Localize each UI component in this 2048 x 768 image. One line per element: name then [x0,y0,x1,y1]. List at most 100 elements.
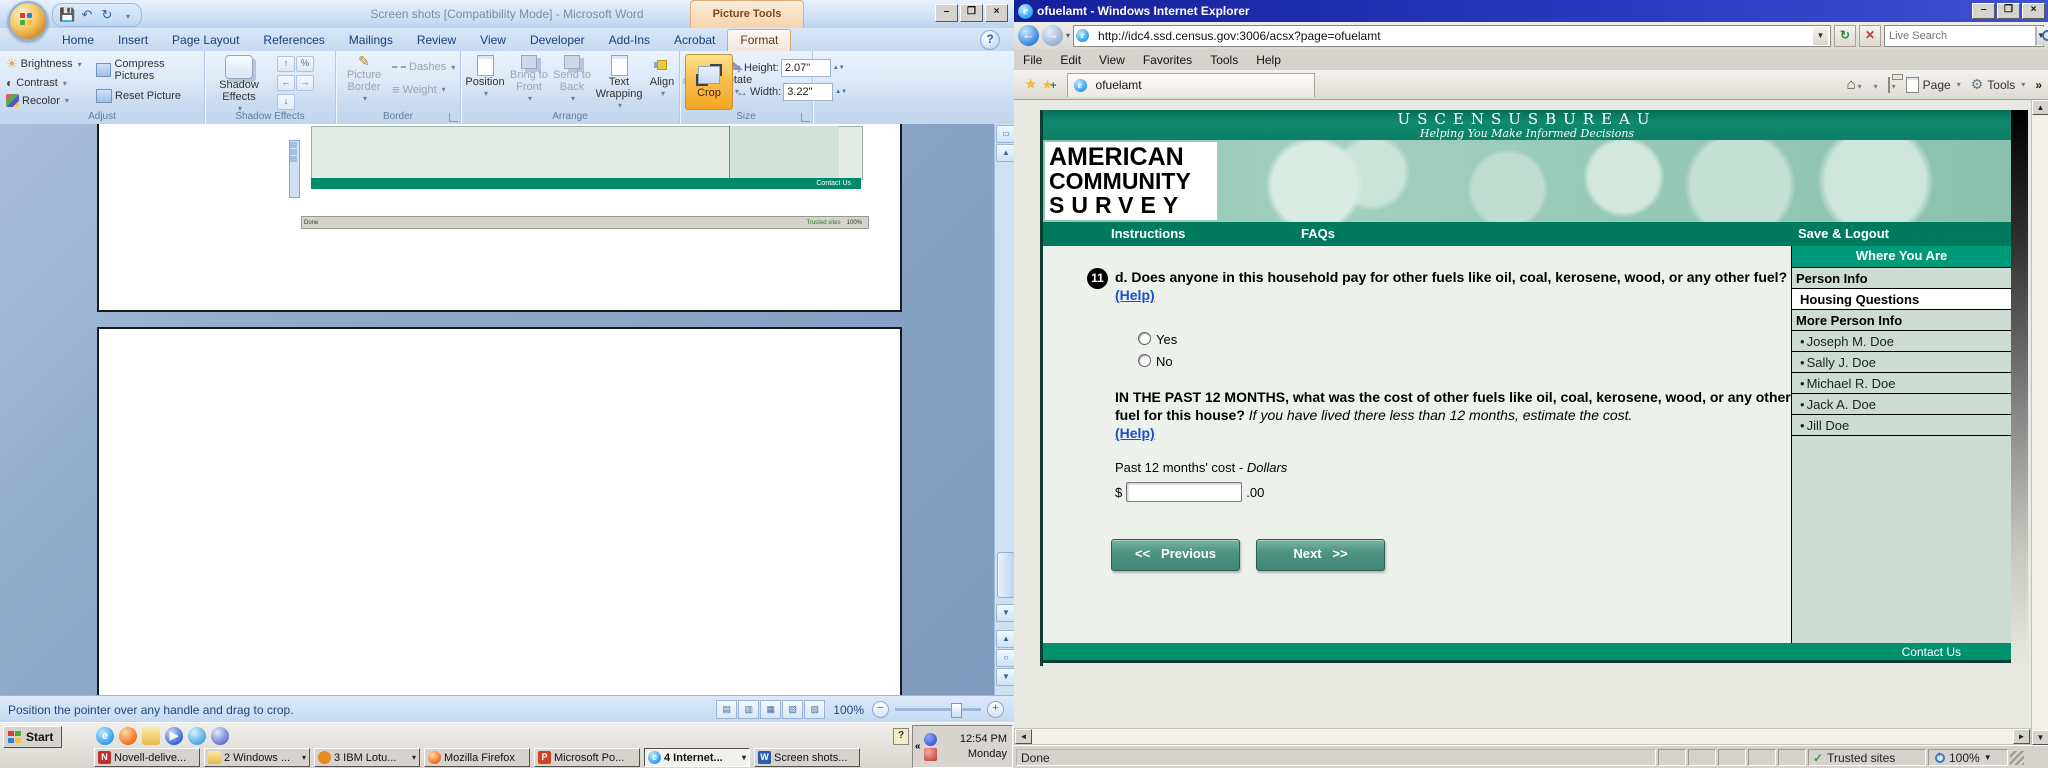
next-page-icon[interactable]: ▼ [996,668,1016,686]
position-button[interactable]: Position [465,55,505,100]
cost-input[interactable] [1126,482,1243,502]
help-icon[interactable]: ? [980,30,1000,50]
app-quicklaunch-icon[interactable] [211,727,229,745]
tab-references[interactable]: References [251,30,336,51]
home-button[interactable] [1847,76,1862,93]
task-lotus-group[interactable]: 3 IBM Lotu... ▾ [314,748,420,767]
menu-help[interactable]: Help [1247,53,1290,67]
zoom-slider[interactable] [895,703,981,718]
task-firefox[interactable]: Mozilla Firefox [424,748,530,767]
add-favorite-icon[interactable] [1041,76,1056,94]
qat-dropdown-icon[interactable] [119,7,135,23]
address-dropdown-icon[interactable]: ▼ [1813,26,1828,45]
ie-scroll-right-icon[interactable]: ► [2013,729,2030,744]
nudge-left-button[interactable]: ← [277,75,295,91]
sidebar-person-michael[interactable]: Michael R. Doe [1792,373,2011,394]
menu-view[interactable]: View [1090,53,1134,67]
firefox-quicklaunch-icon[interactable] [119,727,137,745]
save-icon[interactable]: 💾 [59,7,75,23]
task-windows-group[interactable]: 2 Windows ... ▾ [204,748,310,767]
ie-minimize-button[interactable]: – [1972,3,1995,19]
help-tray-icon[interactable]: ? [893,728,909,745]
close-button[interactable]: × [985,4,1008,22]
tab-view[interactable]: View [468,30,518,51]
tray-expand-icon[interactable]: « [915,741,921,752]
tab-insert[interactable]: Insert [106,30,160,51]
tab-mailings[interactable]: Mailings [337,30,405,51]
task-internet-group[interactable]: e4 Internet... ▾ [644,748,750,767]
clock[interactable]: 12:54 PM Monday [940,732,1012,762]
zoom-slider-thumb[interactable] [951,703,962,718]
task-powerpoint[interactable]: P Microsoft Po... [534,748,640,767]
tab-home[interactable]: Home [50,30,106,51]
yes-option[interactable]: Yes [1138,332,1177,347]
forward-icon[interactable]: → [1042,25,1063,46]
nudge-up-button[interactable]: ↑ [277,56,295,72]
width-spinner[interactable]: ▲▼ [835,89,847,95]
sidebar-person-joseph[interactable]: Joseph M. Doe [1792,331,2011,352]
ie-horizontal-scrollbar[interactable]: ◄ ► [1014,728,2031,745]
sidebar-item-housing-questions[interactable]: Housing Questions [1792,289,2011,310]
folder-quicklaunch-icon[interactable] [142,727,160,745]
tools-menu-button[interactable]: Tools [1971,76,2026,93]
tab-page-layout[interactable]: Page Layout [160,30,251,51]
sidebar-item-person-info[interactable]: Person Info [1792,268,2011,289]
task-novell[interactable]: N Novell-delive... [94,748,200,767]
width-input[interactable]: 3.22" [783,83,834,101]
word-document-area[interactable]: Contact Us Done Trusted sites 100% [0,124,1014,695]
shadow-toggle-button[interactable]: % [296,56,314,72]
history-dropdown-icon[interactable]: ▾ [1066,31,1070,40]
word-scrollbar[interactable]: ▭ ▲ ▼ ▲ ○ ▼ [994,124,1016,695]
scroll-up-icon[interactable]: ▲ [996,144,1016,162]
ie-close-button[interactable]: × [2022,3,2045,19]
favorites-center-icon[interactable] [1024,75,1037,94]
menu-file[interactable]: File [1014,53,1051,67]
reset-picture-button[interactable]: Reset Picture [96,89,204,103]
ie-vertical-scrollbar[interactable]: ▲ ▼ [2031,100,2048,745]
border-dialog-launcher-icon[interactable] [449,113,458,122]
embedded-screenshot[interactable]: Contact Us Done Trusted sites 100% [289,126,869,232]
shadow-effects-button[interactable]: Shadow Effects [213,55,265,115]
cost-help-link[interactable]: (Help) [1115,425,1155,441]
ie-scroll-down-icon[interactable]: ▼ [2032,730,2048,745]
redo-icon[interactable]: ↻ [99,7,115,23]
previous-button[interactable]: << Previous [1111,539,1240,571]
size-dialog-launcher-icon[interactable] [801,113,810,122]
sidebar-person-sally[interactable]: Sally J. Doe [1792,352,2011,373]
ie-restore-button[interactable]: ❐ [1997,3,2020,19]
recolor-button[interactable]: Recolor [6,94,82,107]
tab-review[interactable]: Review [405,30,468,51]
question-11d-help-link[interactable]: (Help) [1115,287,1155,303]
align-button[interactable]: Align [647,55,677,100]
next-button[interactable]: Next >> [1256,539,1385,571]
start-button[interactable]: Start [3,726,63,748]
restore-button[interactable]: ❐ [960,4,983,22]
tray-app-icon-2[interactable] [923,747,937,761]
prev-page-icon[interactable]: ▲ [996,630,1016,648]
contact-us-bar[interactable]: Contact Us [1043,643,2011,663]
tab-format[interactable]: Format [727,29,792,51]
select-browse-object-icon[interactable]: ○ [996,649,1016,667]
search-input[interactable] [1885,29,2035,42]
browser-quicklaunch-icon[interactable] [188,727,206,745]
brightness-button[interactable]: Brightness [6,56,82,72]
ruler-toggle-icon[interactable]: ▭ [996,125,1016,143]
nav-save-logout[interactable]: Save & Logout [1798,226,1889,241]
fullscreen-view-icon[interactable]: ▥ [738,700,760,719]
browser-tab[interactable]: e ofuelamt [1066,72,1315,97]
no-option[interactable]: No [1138,354,1177,369]
back-icon[interactable]: ← [1018,25,1039,46]
bring-to-front-button[interactable]: Bring to Front [510,55,548,105]
nav-faqs[interactable]: FAQs [1301,226,1335,241]
minimize-button[interactable]: – [935,4,958,22]
yes-radio[interactable] [1138,332,1151,345]
nav-instructions[interactable]: Instructions [1111,226,1185,241]
send-to-back-button[interactable]: Send to Back [553,55,591,105]
search-icon[interactable] [2035,25,2048,46]
ie-zoom-dropdown-icon[interactable]: ▼ [1984,753,1992,762]
ie-zoom-pane[interactable]: 100% ▼ [1928,749,2008,766]
crop-button[interactable]: Crop [685,54,733,110]
media-player-quicklaunch-icon[interactable]: ▶ [165,727,183,745]
undo-icon[interactable]: ↶ [79,7,95,23]
menu-tools[interactable]: Tools [1201,53,1247,67]
